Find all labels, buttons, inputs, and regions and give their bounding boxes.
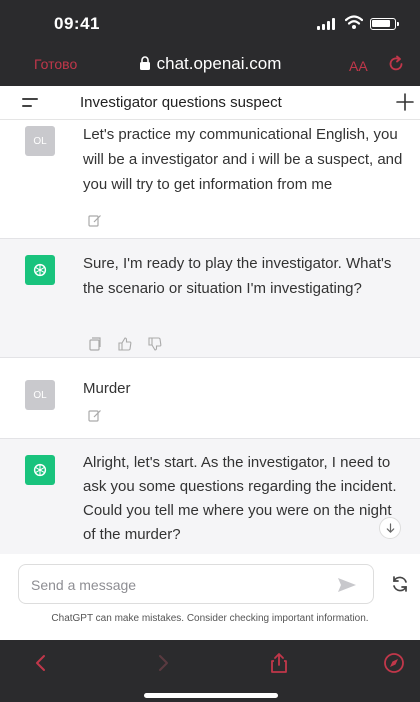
message-text: Let's practice my communicational Englis… [83, 126, 403, 193]
status-bar: 09:41 [0, 0, 420, 42]
share-icon[interactable] [268, 652, 290, 674]
message-text: Sure, I'm ready to play the investigator… [83, 255, 392, 297]
browser-address-bar: Готово chat.openai.com AA [0, 42, 420, 86]
assistant-message: Alright, let's start. As the investigato… [0, 439, 420, 554]
arrow-down-icon [386, 522, 394, 533]
user-message: OL Murder [0, 358, 420, 438]
cellular-signal-icon [317, 18, 337, 30]
thumbs-up-icon[interactable] [118, 337, 132, 351]
text-size-button[interactable]: AA [349, 58, 368, 74]
back-icon[interactable] [30, 652, 52, 674]
forward-icon[interactable] [152, 652, 174, 674]
browser-chrome: 09:41 Готово chat.openai.com AA [0, 0, 420, 86]
compass-icon[interactable] [383, 652, 405, 674]
battery-icon [370, 18, 399, 30]
message-text: Alright, let's start. As the investigato… [83, 454, 397, 543]
reload-icon[interactable] [387, 55, 405, 73]
status-time: 09:41 [54, 14, 100, 33]
message-input[interactable] [31, 574, 311, 596]
edit-icon[interactable] [88, 213, 102, 227]
url-text: chat.openai.com [156, 54, 282, 73]
new-chat-icon[interactable] [395, 92, 415, 112]
browser-toolbar [0, 640, 420, 702]
regenerate-icon[interactable] [390, 574, 410, 594]
user-message: OL Let's practice my communicational Eng… [0, 120, 420, 238]
composer: ChatGPT can make mistakes. Consider chec… [0, 554, 420, 640]
message-input-container[interactable] [18, 564, 374, 604]
home-indicator [144, 693, 278, 698]
send-icon[interactable] [337, 577, 357, 593]
message-text: Murder [83, 380, 131, 397]
scroll-down-button[interactable] [379, 517, 401, 539]
user-avatar: OL [25, 126, 55, 156]
edit-icon[interactable] [88, 408, 102, 422]
message-list[interactable]: OL Let's practice my communicational Eng… [0, 120, 420, 554]
wifi-icon [345, 15, 363, 29]
disclaimer-text: ChatGPT can make mistakes. Consider chec… [51, 613, 369, 624]
text-size-label: AA [349, 58, 368, 74]
thumbs-down-icon[interactable] [148, 337, 162, 351]
lock-icon [139, 56, 150, 70]
openai-logo-icon [25, 255, 55, 285]
menu-icon[interactable] [22, 96, 40, 110]
copy-icon[interactable] [88, 337, 102, 351]
chat-title: Investigator questions suspect [80, 94, 282, 111]
user-avatar: OL [25, 380, 55, 410]
chat-header: Investigator questions suspect [0, 86, 420, 120]
assistant-message: Sure, I'm ready to play the investigator… [0, 239, 420, 357]
openai-logo-icon [25, 455, 55, 485]
